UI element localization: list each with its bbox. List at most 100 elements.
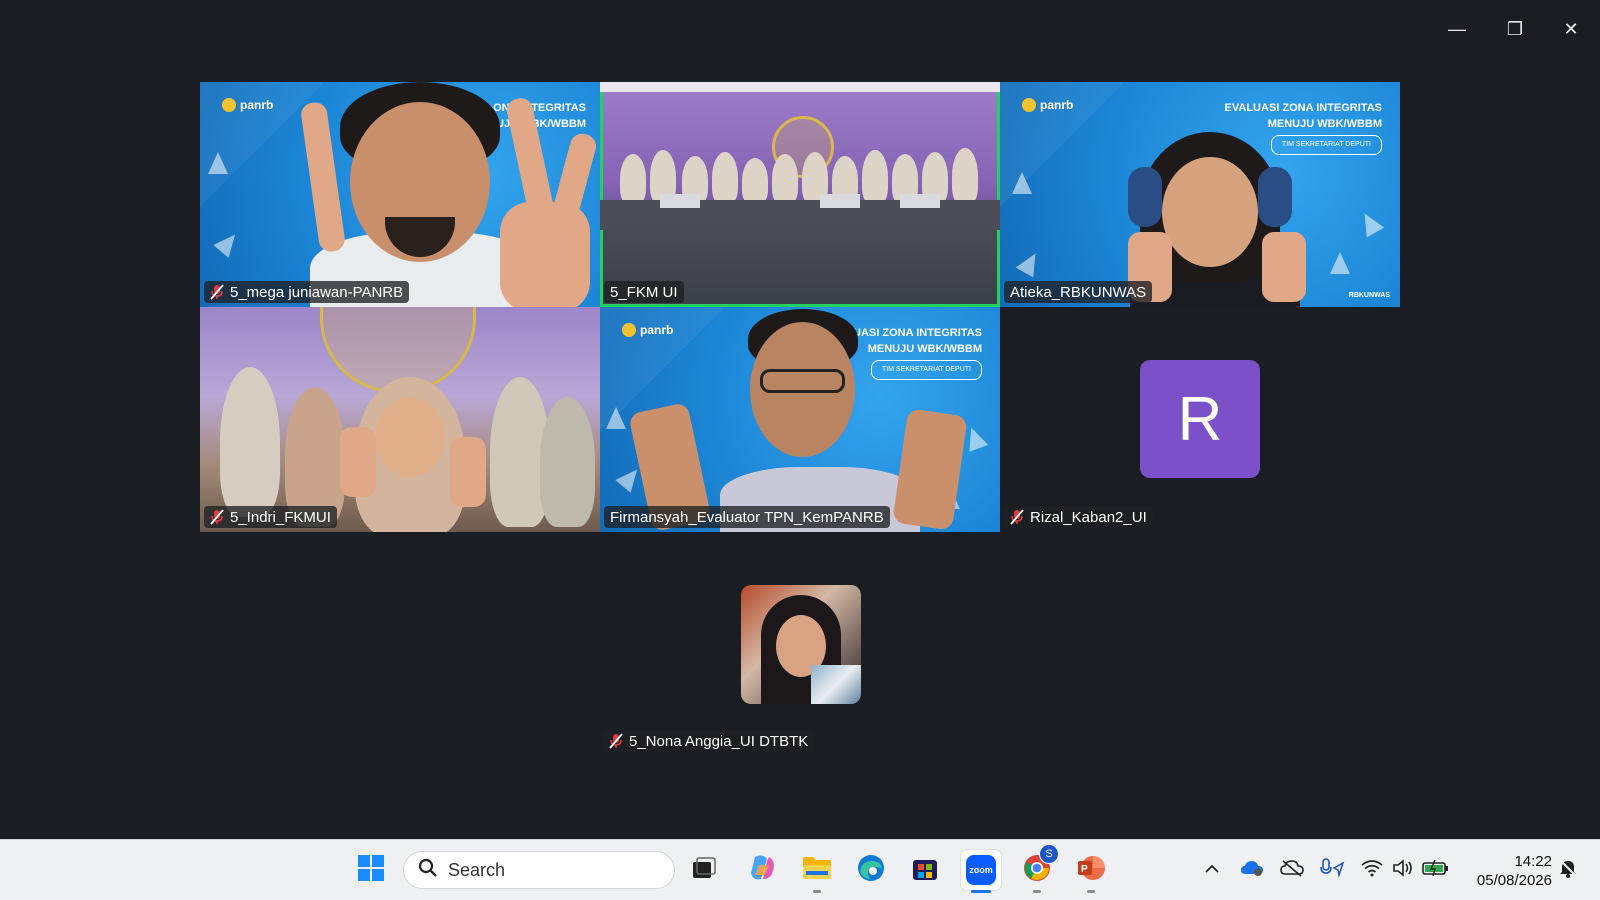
- garuda-emblem-icon: [222, 98, 236, 112]
- powerpoint-icon: P: [1076, 853, 1106, 888]
- panrb-logo-text: panrb: [240, 98, 274, 112]
- task-view-button[interactable]: [684, 850, 724, 890]
- participant-name-label: Rizal_Kaban2_UI: [1004, 506, 1153, 528]
- ceiling: [600, 82, 1000, 92]
- copilot-button[interactable]: [742, 850, 782, 890]
- headphone-icon: [1128, 167, 1162, 227]
- onedrive-tray[interactable]: [1240, 858, 1264, 882]
- panrb-logo-text: panrb: [640, 323, 674, 337]
- participant-name-label: 5_mega juniawan-PANRB: [204, 281, 410, 303]
- video-tile-indri[interactable]: 5_Indri_FKMUI: [200, 307, 600, 532]
- wifi-tray[interactable]: [1360, 858, 1384, 882]
- search-icon: [418, 858, 438, 883]
- peace-hand: [892, 408, 968, 531]
- participant-name-label: 5_Nona Anggia_UI DTBTK: [603, 730, 815, 752]
- zoom-icon: zoom: [966, 855, 996, 885]
- running-indicator: [1087, 890, 1095, 893]
- chrome-button[interactable]: S: [1017, 844, 1059, 893]
- muted-mic-icon: [1010, 509, 1024, 525]
- powerpoint-button[interactable]: P: [1071, 850, 1111, 893]
- video-tile-firmansyah[interactable]: panrb LUASI ZONA INTEGRITAS MENUJU WBK/W…: [600, 307, 1000, 532]
- zona-integritas-banner: LUASI ZONA INTEGRITAS MENUJU WBK/WBBM TI…: [846, 325, 982, 380]
- avatar-letter: R: [1177, 384, 1223, 454]
- running-indicator: [813, 890, 821, 893]
- banner-line-2: UJU WBK/WBBM: [496, 118, 586, 130]
- video-tile-atieka[interactable]: panrb EVALUASI ZONA INTEGRITAS MENUJU WB…: [1000, 82, 1400, 307]
- participant-name: Atieka_RBKUNWAS: [1010, 283, 1147, 301]
- participant-name-label: Atieka_RBKUNWAS: [1004, 281, 1153, 303]
- speaker-icon: [1392, 858, 1414, 882]
- banner-line-2: MENUJU WBK/WBBM: [867, 343, 982, 355]
- headphone-icon: [1258, 167, 1292, 227]
- cloud-offline-icon: [1280, 859, 1304, 882]
- store-button[interactable]: [905, 850, 945, 890]
- clock-time: 14:22: [1514, 853, 1552, 870]
- glasses-icon: [760, 369, 845, 393]
- start-button[interactable]: [351, 850, 391, 890]
- chrome-profile-badge: S: [1039, 844, 1059, 864]
- avatar: R: [1140, 360, 1260, 478]
- zoom-button[interactable]: zoom: [961, 850, 1001, 893]
- rbkunwas-watermark: RBKUNWAS: [1348, 292, 1390, 299]
- task-view-icon: [691, 856, 717, 885]
- person-face: [375, 397, 445, 477]
- notifications-button[interactable]: [1556, 858, 1580, 882]
- participant-name: Firmansyah_Evaluator TPN_KemPANRB: [610, 508, 884, 526]
- clock[interactable]: 14:22 05/08/2026: [1466, 852, 1552, 890]
- windows-start-icon: [357, 854, 385, 887]
- peace-hand: [340, 427, 376, 497]
- close-button[interactable]: ✕: [1556, 14, 1586, 44]
- microphone-location-tray[interactable]: [1319, 857, 1345, 883]
- panrb-logo: panrb: [222, 98, 273, 112]
- cloud-offline-tray[interactable]: [1280, 858, 1304, 882]
- zoom-icon-label: zoom: [969, 865, 993, 875]
- onedrive-cloud-icon: [1240, 859, 1264, 882]
- banner-subtitle: TIM SEKRETARIAT DEPUTI: [870, 360, 982, 380]
- running-indicator: [971, 890, 991, 893]
- garuda-emblem-icon: [622, 323, 636, 337]
- edge-icon: [856, 853, 886, 888]
- notification-bell-icon: [1558, 858, 1578, 883]
- search-placeholder: Search: [448, 859, 506, 880]
- profile-photo-nona[interactable]: [741, 585, 861, 704]
- video-tile-mega[interactable]: panrb ONA INTEGRITAS UJU WBK/WBBM 5_mega…: [200, 82, 600, 307]
- garuda-emblem-icon: [1022, 98, 1036, 112]
- volume-tray[interactable]: [1391, 858, 1415, 882]
- muted-mic-icon: [609, 733, 623, 749]
- edge-button[interactable]: [851, 850, 891, 890]
- panrb-logo-text: panrb: [1040, 98, 1074, 112]
- battery-charging-icon: [1422, 859, 1450, 881]
- video-tile-fkm-ui[interactable]: 5_FKM UI: [600, 82, 1000, 307]
- running-indicator: [1033, 890, 1041, 893]
- panrb-logo: panrb: [622, 323, 673, 337]
- battery-tray[interactable]: [1422, 858, 1450, 882]
- video-tile-rizal[interactable]: R Rizal_Kaban2_UI: [1000, 307, 1400, 532]
- panrb-logo: panrb: [1022, 98, 1073, 112]
- microphone-icon: [1319, 857, 1345, 883]
- person-face: [1162, 157, 1258, 267]
- minimize-icon: —: [1448, 18, 1466, 39]
- banner-line-2: MENUJU WBK/WBBM: [1267, 118, 1382, 130]
- search-input[interactable]: Search: [403, 851, 675, 889]
- restore-icon: ❐: [1506, 18, 1524, 39]
- close-icon: ✕: [1563, 18, 1579, 39]
- file-explorer-button[interactable]: [797, 850, 837, 893]
- participant-name-label: Firmansyah_Evaluator TPN_KemPANRB: [604, 506, 890, 528]
- svg-text:P: P: [1081, 864, 1088, 875]
- banner-line-1: EVALUASI ZONA INTEGRITAS: [1224, 102, 1382, 114]
- copilot-icon: [747, 853, 777, 888]
- hand-palm: [500, 202, 590, 307]
- taskbar: Search zoom S P 14:22 05/08/2026: [0, 839, 1600, 900]
- peace-hand: [450, 437, 486, 507]
- minimize-button[interactable]: —: [1442, 14, 1472, 44]
- show-hidden-icons-button[interactable]: [1200, 858, 1224, 882]
- participant-name: Rizal_Kaban2_UI: [1030, 508, 1147, 526]
- chevron-up-icon: [1204, 861, 1220, 879]
- participant-name-label: 5_FKM UI: [604, 281, 684, 303]
- participant-name: 5_mega juniawan-PANRB: [230, 283, 404, 301]
- clock-date: 05/08/2026: [1476, 872, 1552, 889]
- restore-button[interactable]: ❐: [1500, 14, 1530, 44]
- participant-name: 5_Nona Anggia_UI DTBTK: [629, 732, 809, 750]
- microsoft-store-icon: [911, 854, 939, 887]
- wifi-icon: [1361, 859, 1383, 882]
